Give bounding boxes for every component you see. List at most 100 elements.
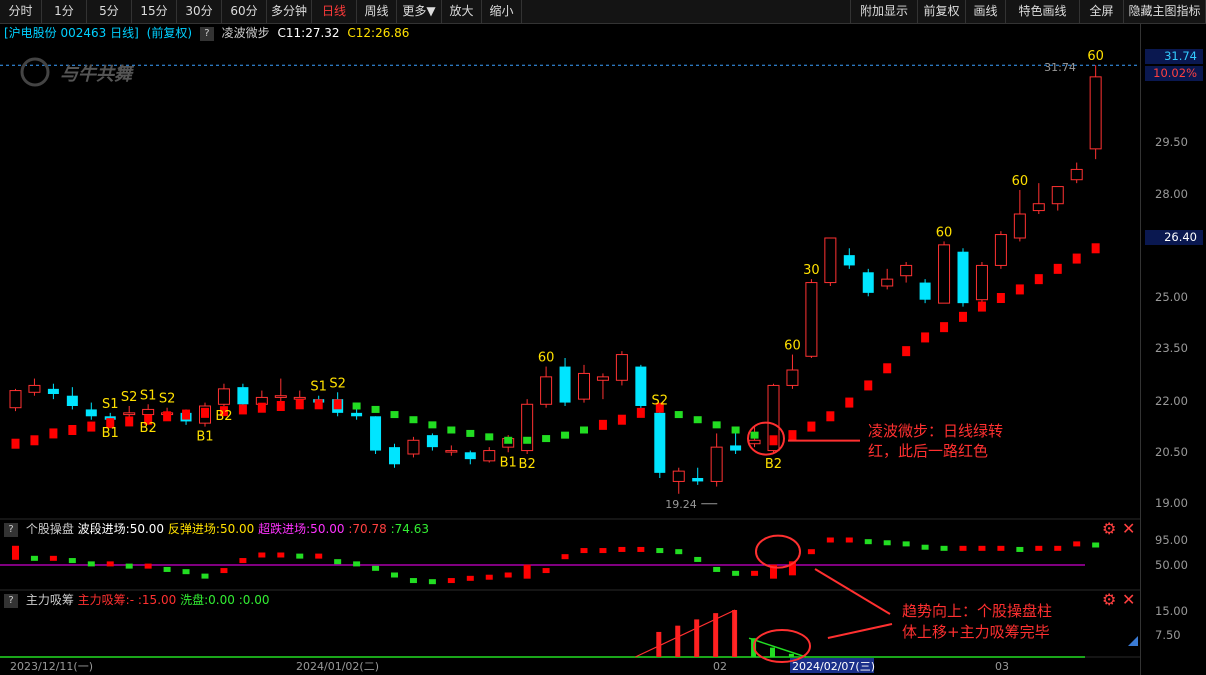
sub1-bar: [845, 537, 853, 543]
sub1-bar: [656, 548, 664, 554]
sub1-bar: [675, 549, 683, 555]
toolbar-btn-7[interactable]: 日线: [312, 0, 357, 23]
candle-body: [692, 478, 704, 482]
candle-body: [957, 251, 969, 304]
signal-marker: S1: [102, 397, 119, 412]
signal-marker: S2: [159, 392, 176, 407]
sub1-bar: [258, 552, 266, 558]
sub1-bar: [12, 545, 19, 560]
trail-dot: [1053, 263, 1062, 274]
sub1-label-bar: ? 个股操盘 波段进场:50.00 反弹进场:50.00 超跌进场:50.00 …: [0, 521, 429, 537]
trail-dot: [674, 411, 683, 419]
sub2-trend-line: [635, 609, 736, 658]
toolbar-btn-3[interactable]: 15分: [132, 0, 177, 23]
close-icon[interactable]: ✕: [1122, 592, 1135, 608]
toolbar-btn-8[interactable]: 周线: [357, 0, 397, 23]
toolbar-btn-6[interactable]: 多分钟: [267, 0, 312, 23]
trail-dot: [428, 421, 437, 429]
sub1-bar: [807, 549, 815, 555]
sub1-bar: [87, 561, 95, 567]
toolbar-btn-5[interactable]: 60分: [222, 0, 267, 23]
toolbar-right-btn-4[interactable]: 全屏: [1080, 0, 1124, 23]
trail-dot: [523, 436, 532, 444]
sub1-bar: [713, 566, 721, 572]
sub2-tick: 15.00: [1155, 604, 1188, 618]
trail-dot: [826, 411, 835, 422]
sub1-bar: [1035, 545, 1043, 551]
sub1-bar: [144, 563, 152, 569]
sub1-bar: [542, 568, 550, 574]
toolbar-right-btn-3[interactable]: 特色画线: [1006, 0, 1080, 23]
candle-body: [85, 409, 97, 417]
trail-dot: [750, 431, 759, 439]
date-label: 2023/12/11(一): [10, 660, 93, 673]
candle-body: [426, 435, 438, 448]
toolbar-btn-2[interactable]: 5分: [87, 0, 132, 23]
y-tick: 29.50: [1155, 135, 1188, 149]
candle-body: [843, 255, 855, 266]
toolbar-right-btn-5[interactable]: 隐藏主图指标: [1124, 0, 1206, 23]
sub1-bar: [561, 554, 569, 560]
sub1-bar: [1054, 545, 1062, 551]
toolbar-btn-4[interactable]: 30分: [177, 0, 222, 23]
trail-dot: [352, 402, 361, 410]
trail-dot: [371, 405, 380, 413]
candle-body: [919, 282, 931, 300]
candle-body: [123, 412, 136, 416]
trail-dot: [314, 399, 323, 410]
candle-body: [862, 272, 874, 293]
candle-body: [274, 395, 287, 398]
trail-dot: [447, 426, 456, 434]
trail-dot: [68, 425, 77, 435]
y-tick: 28.00: [1155, 187, 1188, 201]
date-label: 2024/01/02(二): [296, 660, 379, 673]
sub1-bar: [694, 556, 702, 562]
close-icon[interactable]: ✕: [1122, 521, 1135, 537]
sub1-bar: [68, 558, 76, 564]
kline-chart[interactable]: 与牛共舞 2023/12/11(一) 2024/01/02(二) 02 2024/02/…: [0, 24, 1140, 675]
trail-dot: [788, 430, 797, 441]
toolbar-right-btn-2[interactable]: 画线: [966, 0, 1006, 23]
sub1-b: 反弹进场:50.00: [167, 522, 255, 536]
trail-dot: [125, 416, 134, 427]
toolbar-btn-0[interactable]: 分时: [0, 0, 42, 23]
y-tick: 20.50: [1155, 445, 1188, 459]
trail-dot: [940, 322, 949, 333]
trail-dot: [390, 411, 399, 419]
current-price-badge: 26.40: [1145, 230, 1203, 245]
sub2-a: 主力吸筹:-: [77, 593, 135, 607]
toolbar-btn-11[interactable]: 缩小: [482, 0, 522, 23]
sub2-b: :15.00: [137, 593, 177, 607]
date-label: 03: [995, 660, 1009, 673]
candle-body: [142, 408, 155, 416]
signal-marker: B1: [196, 430, 213, 445]
trail-dot: [712, 421, 721, 429]
sub2-bar: [713, 613, 719, 657]
sub2-label-bar: ? 主力吸筹 主力吸筹:- :15.00 洗盘:0.00 :0.00: [0, 592, 269, 608]
candle-body: [66, 395, 78, 406]
candle-body: [786, 369, 799, 386]
annotation-text: 红，此后一路红色: [868, 442, 988, 460]
trail-dot: [1072, 253, 1081, 264]
trail-dot: [182, 409, 191, 420]
candle-body: [994, 234, 1007, 266]
help-icon[interactable]: ?: [4, 522, 18, 537]
toolbar-right-btn-0[interactable]: 附加显示: [850, 0, 918, 23]
toolbar-btn-1[interactable]: 1分: [42, 0, 87, 23]
sub1-bar: [940, 545, 948, 551]
sub2-bar: [694, 619, 700, 657]
settings-gear-icon[interactable]: ⚙: [1102, 521, 1116, 537]
sub1-bar: [163, 566, 171, 572]
toolbar-btn-10[interactable]: 放大: [442, 0, 482, 23]
toolbar-right-btn-1[interactable]: 前复权: [918, 0, 966, 23]
trail-dot: [504, 436, 513, 444]
toolbar-btn-9[interactable]: 更多▼: [397, 0, 442, 23]
trail-dot: [996, 293, 1005, 303]
trail-dot: [977, 301, 986, 312]
help-icon[interactable]: ?: [4, 593, 18, 608]
settings-gear-icon[interactable]: ⚙: [1102, 592, 1116, 608]
candle-body: [975, 264, 988, 301]
y-tick: 23.50: [1155, 341, 1188, 355]
trail-dot: [1091, 243, 1100, 254]
candle-body: [1070, 168, 1083, 181]
